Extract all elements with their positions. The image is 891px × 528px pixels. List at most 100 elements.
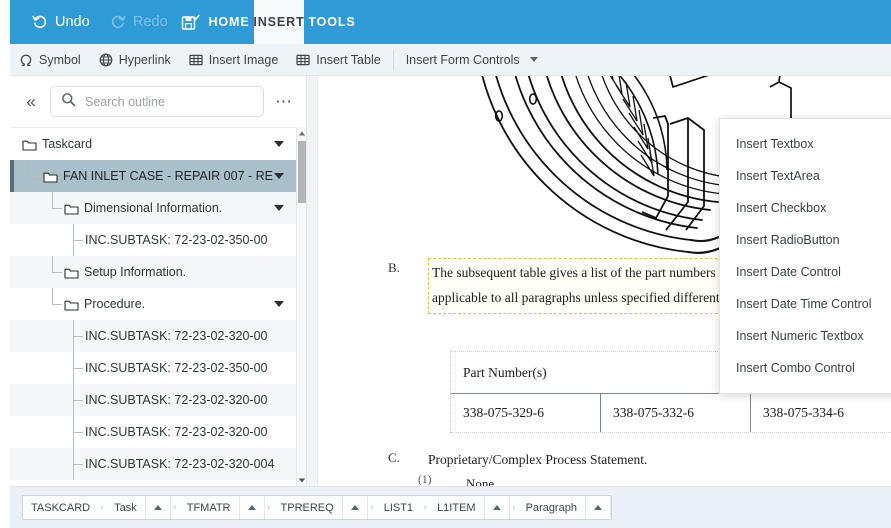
tree-item[interactable]: Taskcard (10, 128, 296, 160)
tab-home[interactable]: HOME (204, 0, 254, 44)
undo-arrow-icon (32, 14, 48, 30)
tab-tools[interactable]: TOOLS (304, 0, 360, 44)
paragraph-c[interactable]: C. Proprietary/Complex Process Statement… (388, 448, 888, 473)
paragraph-b-letter: B. (388, 258, 428, 276)
tree-item[interactable]: Dimensional Information. (10, 192, 296, 224)
chevron-right-icon: › (421, 496, 429, 519)
tree-item[interactable]: Setup Information. (10, 256, 296, 288)
breadcrumb-up-button[interactable] (484, 496, 510, 519)
sub-item-1[interactable]: (1) None. (418, 472, 878, 486)
tree-connector-elbow (52, 272, 62, 273)
chevron-right-icon: › (510, 496, 518, 519)
tree-item-label: Dimensional Information. (84, 201, 274, 215)
menu-item-insert-date-time-control[interactable]: Insert Date Time Control (720, 288, 891, 320)
menu-item-insert-numeric-textbox[interactable]: Insert Numeric Textbox (720, 320, 891, 352)
breadcrumb-item[interactable]: TPREREQ (273, 496, 342, 519)
paragraph-b-text[interactable]: The subsequent table gives a list of the… (428, 258, 758, 314)
undo-label: Undo (55, 14, 90, 30)
toolbar-divider (393, 50, 394, 70)
tree-item[interactable]: INC.SUBTASK: 72-23-02-320-004 (10, 448, 296, 480)
folder-icon (22, 139, 36, 150)
menu-item-insert-date-control[interactable]: Insert Date Control (720, 256, 891, 288)
tree-item[interactable]: Procedure. (10, 288, 296, 320)
save-check-icon (180, 13, 198, 31)
undo-button[interactable]: Undo (22, 0, 100, 44)
insert-form-controls-button[interactable]: Insert Form Controls (397, 44, 547, 76)
chevron-down-icon[interactable] (274, 205, 284, 211)
tree-item[interactable]: INC.SUBTASK: 72-23-02-320-00 (10, 416, 296, 448)
paragraph-c-letter: C. (388, 448, 428, 466)
breadcrumb-item[interactable]: TASKCARD (23, 496, 98, 519)
menu-item-insert-textbox[interactable]: Insert Textbox (720, 128, 891, 160)
breadcrumb[interactable]: TASKCARD›Task›TFMATR›TPREREQ›LIST1›L1ITE… (22, 495, 612, 520)
outline-scrollbar[interactable] (296, 127, 306, 486)
caret-up-icon (493, 505, 501, 510)
search-input[interactable] (83, 94, 253, 110)
caret-up-icon (248, 505, 256, 510)
breadcrumb-item[interactable]: Task (106, 496, 145, 519)
tree-connector-elbow (73, 400, 83, 401)
tree-item-label: Taskcard (42, 137, 274, 151)
table-row[interactable]: 338-075-329-6 338-075-332-6 338-075-334-… (451, 394, 891, 433)
tree-item[interactable]: INC.SUBTASK: 72-23-02-350-00 (10, 224, 296, 256)
breadcrumb-item[interactable]: LIST1 (376, 496, 421, 519)
tab-tools-label: TOOLS (308, 15, 355, 29)
tree-item-label: INC.SUBTASK: 72-23-02-350-00 (85, 233, 296, 247)
breadcrumb-item[interactable]: L1ITEM (429, 496, 484, 519)
chevron-down-icon[interactable] (274, 141, 284, 147)
symbol-button[interactable]: Symbol (10, 44, 90, 76)
folder-icon (64, 203, 78, 214)
tree-connector-elbow (73, 336, 83, 337)
chevron-down-icon[interactable] (274, 301, 284, 307)
tree-connector-elbow (73, 240, 83, 241)
tree-item[interactable]: INC.SUBTASK: 72-23-02-320-00 (10, 384, 296, 416)
outline-header: « ⋯ (10, 76, 306, 127)
breadcrumb-up-button[interactable] (239, 496, 265, 519)
table-grid-icon (296, 53, 310, 67)
chevron-double-left-icon[interactable]: « (20, 91, 42, 113)
menu-item-insert-radiobutton[interactable]: Insert RadioButton (720, 224, 891, 256)
tree-connector-elbow (73, 368, 83, 369)
sub-item-number: (1) (418, 472, 466, 486)
outline-sidebar: « ⋯ Taskcard FAN INLET CASE - REPAIR 007 … (10, 76, 306, 486)
tree-item[interactable]: INC.SUBTASK: 72-23-02-320-00 (10, 320, 296, 352)
tree-item[interactable]: FAN INLET CASE - REPAIR 007 - REPL (10, 160, 296, 192)
folder-icon (43, 171, 57, 182)
caret-up-icon (351, 505, 359, 510)
insert-form-controls-menu[interactable]: Insert Textbox Insert TextArea Insert Ch… (719, 118, 891, 394)
scrollbar-thumb[interactable] (298, 141, 306, 203)
tree-item[interactable]: INC.SUBTASK: 72-23-02-350-00 (10, 352, 296, 384)
redo-arrow-icon (110, 14, 126, 30)
hyperlink-label: Hyperlink (119, 53, 171, 67)
redo-button[interactable]: Redo (100, 0, 178, 44)
chevron-down-icon[interactable] (274, 173, 284, 179)
tree-connector-elbow (73, 464, 83, 465)
search-outline-box[interactable] (50, 86, 264, 117)
menu-item-insert-combo-control[interactable]: Insert Combo Control (720, 352, 891, 384)
chevron-right-icon: › (98, 496, 106, 519)
document-viewport[interactable]: B. The subsequent table gives a list of … (307, 76, 891, 486)
tree-connector-elbow (73, 432, 83, 433)
save-button[interactable] (170, 0, 208, 44)
insert-image-button[interactable]: Insert Image (180, 44, 287, 76)
hyperlink-button[interactable]: Hyperlink (90, 44, 180, 76)
menu-item-insert-textarea[interactable]: Insert TextArea (720, 160, 891, 192)
breadcrumb-up-button[interactable] (342, 496, 368, 519)
insert-toolbar: Symbol Hyperlink (10, 44, 891, 76)
folder-icon (64, 267, 78, 278)
caret-up-icon (154, 505, 162, 510)
menu-item-insert-checkbox[interactable]: Insert Checkbox (720, 192, 891, 224)
ellipsis-icon[interactable]: ⋯ (272, 91, 296, 113)
breadcrumb-up-button[interactable] (585, 496, 611, 519)
breadcrumb-item[interactable]: TFMATR (179, 496, 239, 519)
outline-tree[interactable]: Taskcard FAN INLET CASE - REPAIR 007 - RE… (10, 127, 306, 486)
tab-insert-label: INSERT (253, 15, 304, 29)
tree-connector-elbow (31, 176, 41, 177)
tab-insert[interactable]: INSERT (254, 0, 304, 44)
search-icon (61, 92, 76, 112)
tree-connector-line (52, 192, 53, 209)
breadcrumb-item[interactable]: Paragraph (518, 496, 585, 519)
insert-table-button[interactable]: Insert Table (287, 44, 389, 76)
breadcrumb-up-button[interactable] (145, 496, 171, 519)
chevron-right-icon: › (171, 496, 179, 519)
